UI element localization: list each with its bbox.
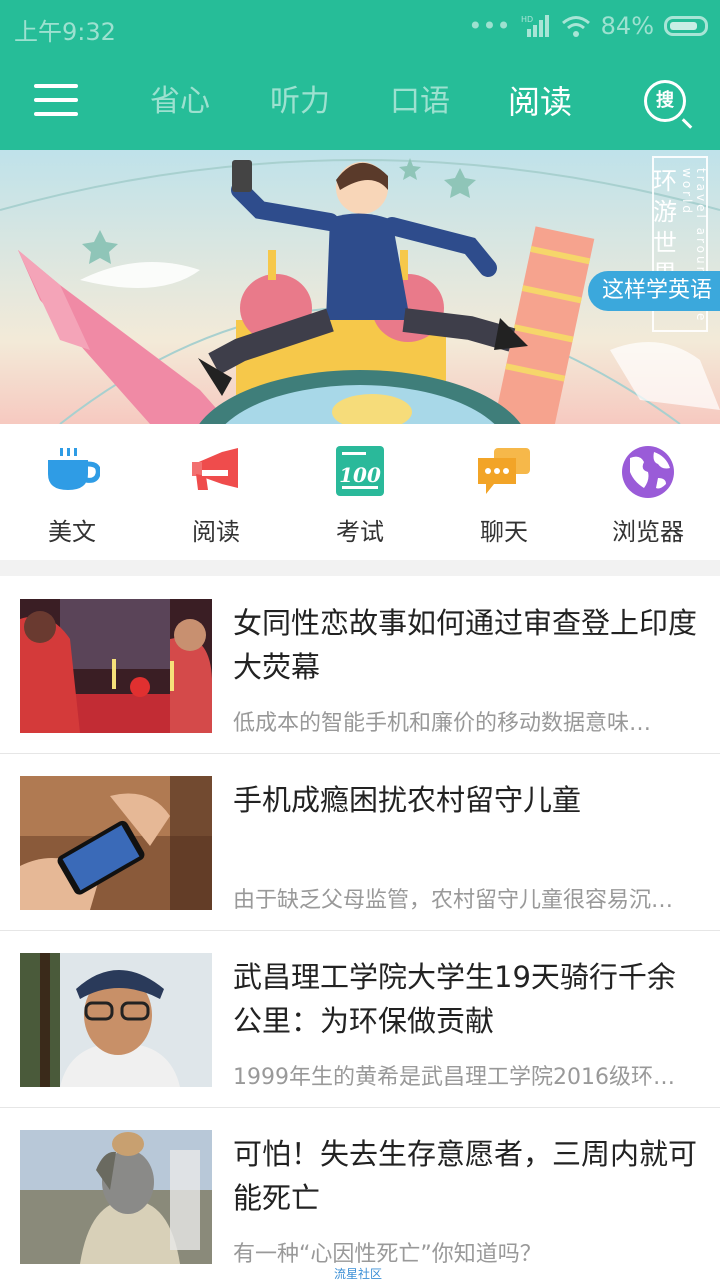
- wifi-icon: [561, 16, 590, 37]
- article-summary: 低成本的智能手机和廉价的移动数据意味…: [233, 711, 652, 736]
- svg-text:100: 100: [339, 463, 381, 487]
- network-label: HD: [521, 15, 533, 24]
- section-divider: [0, 560, 720, 576]
- chat-bubbles-icon: [478, 448, 530, 494]
- category-label: 美文: [48, 518, 96, 546]
- battery-percent: 84%: [600, 12, 654, 40]
- category-label: 浏览器: [612, 518, 684, 546]
- battery-icon: [664, 16, 708, 36]
- tab-speaking[interactable]: 口语: [360, 80, 480, 124]
- category-browser[interactable]: 浏览器: [576, 424, 720, 560]
- status-bar: 上午9:32 ••• HD 84%: [0, 0, 720, 52]
- category-bar: 美文 阅读 100 考试 聊天 浏览器: [0, 424, 720, 560]
- category-label: 考试: [336, 518, 384, 546]
- coffee-cup-icon: [48, 448, 100, 490]
- tab-reading[interactable]: 阅读: [480, 80, 600, 124]
- category-exam[interactable]: 100 考试: [288, 424, 432, 560]
- article-thumbnail: [20, 599, 212, 733]
- article-item[interactable]: 手机成瘾困扰农村留守儿童 由于缺乏父母监管，农村留守儿童很容易沉…: [0, 754, 720, 931]
- globe-icon: [622, 446, 674, 498]
- category-label: 阅读: [192, 518, 240, 546]
- status-icons: ••• HD 84%: [468, 12, 708, 40]
- search-button[interactable]: 搜: [644, 80, 686, 122]
- article-thumbnail: [20, 953, 212, 1087]
- article-thumbnail: [20, 776, 212, 910]
- article-thumbnail: [20, 1130, 212, 1264]
- article-summary: 1999年生的黄希是武昌理工学院2016级环…: [233, 1065, 675, 1090]
- exam-100-icon: 100: [336, 446, 384, 496]
- article-title: 武昌理工学院大学生19天骑行千余公里：为环保做贡献: [233, 960, 676, 1038]
- banner-tag[interactable]: 这样学英语: [587, 271, 720, 311]
- article-summary: 有一种“心因性死亡”你知道吗？: [233, 1242, 542, 1267]
- article-item[interactable]: 可怕！失去生存意愿者，三周内就可能死亡 有一种“心因性死亡”你知道吗？: [0, 1108, 720, 1284]
- article-title: 可怕！失去生存意愿者，三周内就可能死亡: [233, 1137, 698, 1215]
- article-summary: 由于缺乏父母监管，农村留守儿童很容易沉…: [233, 888, 674, 913]
- article-title: 女同性恋故事如何通过审查登上印度大荧幕: [233, 606, 698, 684]
- category-chat[interactable]: 聊天: [432, 424, 576, 560]
- signal-icon: HD: [521, 15, 549, 37]
- megaphone-icon: [192, 448, 238, 490]
- category-label: 聊天: [480, 518, 528, 546]
- tab-listening[interactable]: 听力: [240, 80, 360, 124]
- watermark: 流星社区: [334, 1267, 383, 1281]
- menu-icon[interactable]: [34, 82, 80, 118]
- header-tabs: 省心 听力 口语 阅读: [120, 80, 600, 124]
- category-reading[interactable]: 阅读: [144, 424, 288, 560]
- article-item[interactable]: 武昌理工学院大学生19天骑行千余公里：为环保做贡献 1999年生的黄希是武昌理工…: [0, 931, 720, 1108]
- tab-shengxin[interactable]: 省心: [120, 80, 240, 124]
- status-time: 上午9:32: [14, 18, 116, 46]
- article-title: 手机成瘾困扰农村留守儿童: [233, 783, 582, 817]
- more-dots-icon: •••: [468, 12, 511, 40]
- category-meiwen[interactable]: 美文: [0, 424, 144, 560]
- top-app-bar: 上午9:32 ••• HD 84% 省心 听力 口语 阅读 搜: [0, 0, 720, 150]
- article-item[interactable]: 女同性恋故事如何通过审查登上印度大荧幕 低成本的智能手机和廉价的移动数据意味…: [0, 577, 720, 754]
